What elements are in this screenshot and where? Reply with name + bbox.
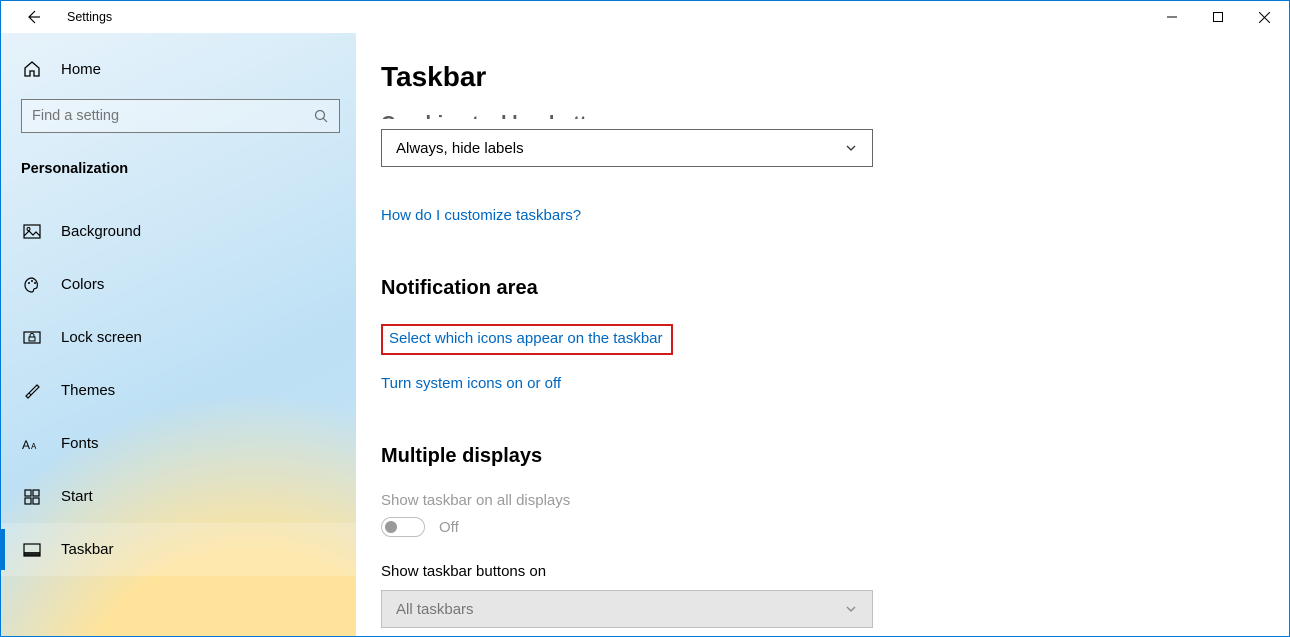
- content-pane: Taskbar Combine taskbar buttons Always, …: [356, 33, 1289, 636]
- font-icon: AA: [21, 433, 43, 455]
- maximize-icon: [1213, 12, 1223, 22]
- chevron-down-icon: [844, 602, 858, 616]
- sidebar-item-label: Lock screen: [61, 329, 142, 346]
- home-label: Home: [61, 61, 101, 78]
- combine-taskbar-dropdown[interactable]: Always, hide labels: [381, 129, 873, 167]
- sidebar-item-fonts[interactable]: AA Fonts: [1, 417, 356, 470]
- combine-taskbar-value: Always, hide labels: [396, 140, 524, 157]
- sidebar-item-lock-screen[interactable]: Lock screen: [1, 311, 356, 364]
- title-bar-left: Settings: [1, 1, 356, 33]
- sidebar-item-label: Start: [61, 488, 93, 505]
- tiles-icon: [21, 486, 43, 508]
- show-taskbar-all-toggle: [381, 517, 425, 537]
- taskbar-buttons-on-value: All taskbars: [396, 601, 474, 618]
- minimize-button[interactable]: [1149, 1, 1195, 33]
- maximize-button[interactable]: [1195, 1, 1241, 33]
- multiple-displays-heading: Multiple displays: [381, 445, 1289, 468]
- sidebar-item-label: Taskbar: [61, 541, 114, 558]
- search-icon: [313, 108, 329, 124]
- search-box[interactable]: [21, 99, 340, 133]
- sidebar-item-label: Fonts: [61, 435, 99, 452]
- chevron-down-icon: [844, 141, 858, 155]
- back-button[interactable]: [19, 3, 47, 31]
- show-taskbar-all-label: Show taskbar on all displays: [381, 492, 1289, 509]
- toggle-knob: [385, 521, 397, 533]
- brush-icon: [21, 380, 43, 402]
- sidebar-item-taskbar[interactable]: Taskbar: [1, 523, 356, 576]
- minimize-icon: [1167, 12, 1177, 22]
- sidebar-item-background[interactable]: Background: [1, 205, 356, 258]
- palette-icon: [21, 274, 43, 296]
- close-button[interactable]: [1241, 1, 1287, 33]
- sidebar-item-themes[interactable]: Themes: [1, 364, 356, 417]
- taskbar-buttons-on-dropdown: All taskbars: [381, 590, 873, 628]
- show-taskbar-all-state: Off: [439, 519, 459, 536]
- lock-icon: [21, 327, 43, 349]
- taskbar-icon: [21, 539, 43, 561]
- svg-text:A: A: [22, 438, 30, 452]
- taskbar-buttons-on-label: Show taskbar buttons on: [381, 563, 1289, 580]
- sidebar: Home Personalization Background Colors: [1, 33, 356, 636]
- notification-area-heading: Notification area: [381, 277, 1289, 300]
- sidebar-item-label: Colors: [61, 276, 104, 293]
- title-bar: Settings: [1, 1, 1289, 33]
- page-title: Taskbar: [381, 61, 1289, 93]
- svg-text:A: A: [31, 442, 37, 451]
- window-controls: [1149, 1, 1289, 33]
- combine-taskbar-label-cropped: Combine taskbar buttons: [381, 113, 1289, 119]
- search-input[interactable]: [32, 108, 313, 124]
- home-icon: [21, 58, 43, 80]
- home-nav[interactable]: Home: [1, 47, 356, 91]
- window-title: Settings: [67, 10, 112, 24]
- select-taskbar-icons-link[interactable]: Select which icons appear on the taskbar: [381, 324, 673, 355]
- sidebar-item-colors[interactable]: Colors: [1, 258, 356, 311]
- sidebar-item-start[interactable]: Start: [1, 470, 356, 523]
- close-icon: [1259, 12, 1270, 23]
- sidebar-item-label: Themes: [61, 382, 115, 399]
- system-icons-link[interactable]: Turn system icons on or off: [381, 375, 561, 392]
- arrow-left-icon: [25, 9, 41, 25]
- customize-taskbars-link[interactable]: How do I customize taskbars?: [381, 207, 581, 224]
- image-icon: [21, 221, 43, 243]
- category-header: Personalization: [21, 161, 356, 177]
- sidebar-item-label: Background: [61, 223, 141, 240]
